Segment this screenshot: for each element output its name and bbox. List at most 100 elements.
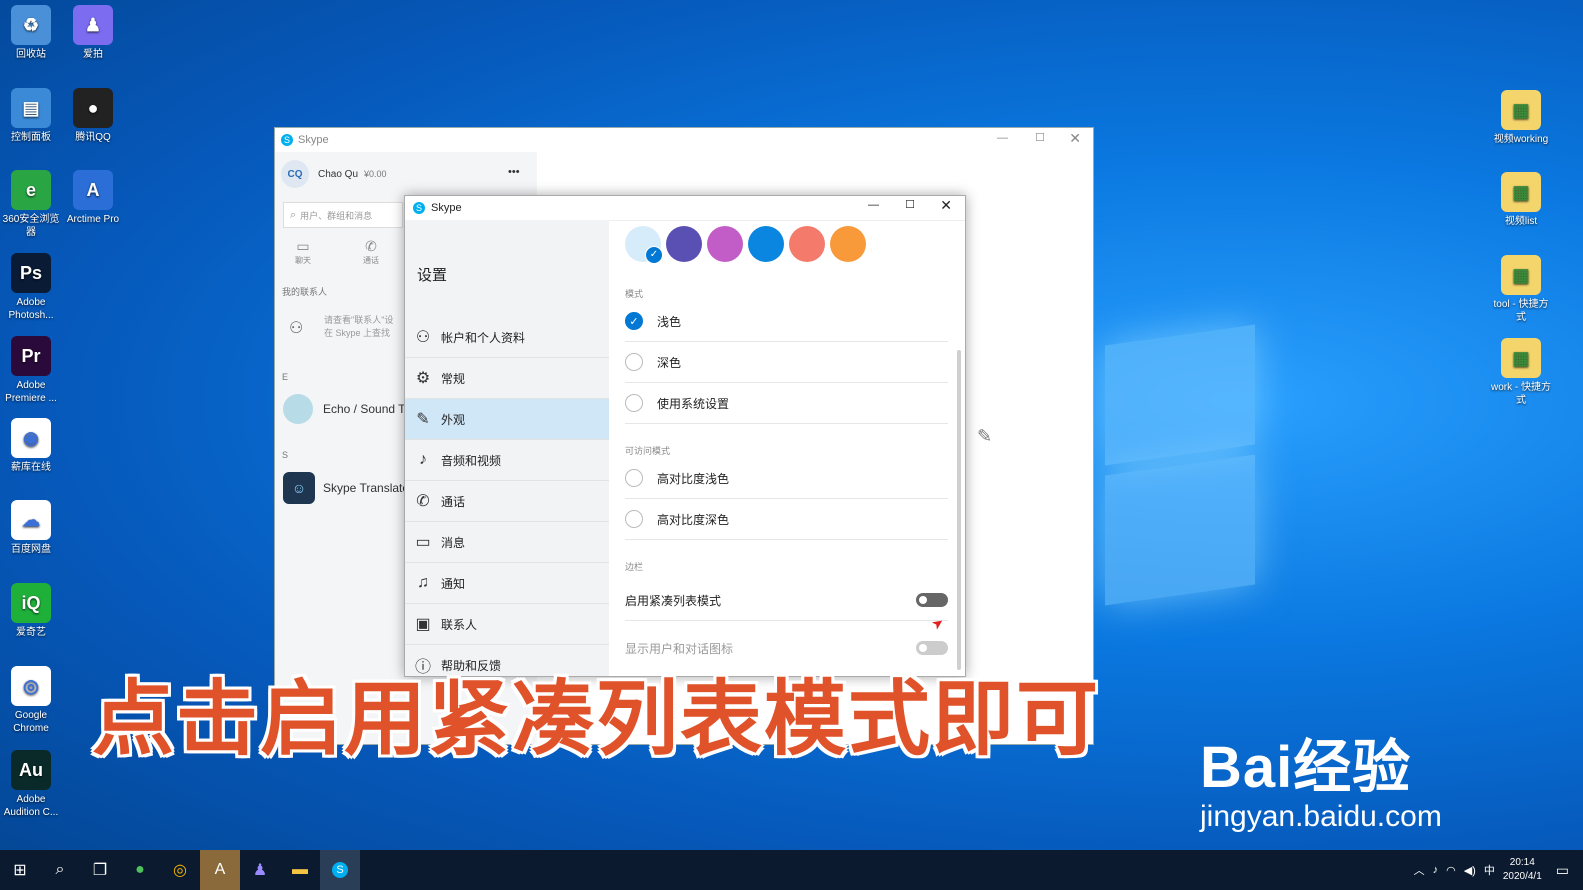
balance: ¥0.00	[364, 169, 387, 179]
sidebar-section-label: 边栏	[625, 562, 644, 572]
chevron-up-icon[interactable]: ︿	[1414, 862, 1425, 878]
desktop-icon-label: 腾讯QQ	[75, 132, 111, 143]
color-swatch[interactable]	[748, 226, 784, 262]
close-button[interactable]: ✕	[940, 197, 952, 214]
person-icon: ⚇	[415, 329, 431, 346]
start-button[interactable]: ⊞	[0, 850, 40, 890]
radio-option[interactable]: 高对比度浅色	[625, 458, 948, 499]
menu-item-microphone[interactable]: ♪ 音频和视频	[405, 440, 609, 481]
menu-item-label: 帐户和个人资料	[441, 330, 526, 345]
skype-taskbar-icon[interactable]: S	[320, 850, 360, 890]
photoshop-shortcut[interactable]: Ps Adobe Photosh...	[0, 253, 62, 322]
iqiyi-shortcut[interactable]: iQ 爱奇艺	[0, 583, 62, 639]
wifi-icon[interactable]: ◠	[1446, 864, 1456, 877]
scrollbar[interactable]	[957, 350, 961, 670]
avatar[interactable]: CQ	[281, 160, 309, 188]
chrome-shortcut[interactable]: ◎ Google Chrome	[0, 666, 62, 735]
radio-option[interactable]: ✓ 浅色	[625, 301, 948, 342]
clock[interactable]: 20:14 2020/4/1	[1503, 856, 1542, 884]
premiere-shortcut[interactable]: Pr Adobe Premiere ...	[0, 336, 62, 405]
radio-option[interactable]: 高对比度深色	[625, 499, 948, 540]
desktop-icon-label: tool - 快捷方式	[1493, 299, 1549, 323]
radio-button[interactable]: ✓	[625, 312, 643, 330]
contact-echo[interactable]: Echo / Sound T	[283, 394, 406, 424]
profile-row[interactable]: CQ Chao Qu ¥0.00	[281, 160, 387, 188]
control-panel-shortcut[interactable]: ▤ 控制面板	[0, 88, 62, 144]
chrome-icon[interactable]: ◎	[160, 850, 200, 890]
color-swatch[interactable]	[666, 226, 702, 262]
radio-button[interactable]	[625, 469, 643, 487]
robot-avatar: ☺	[283, 472, 315, 504]
audition-icon: Au	[11, 750, 51, 790]
desktop-icon-label: 视频working	[1493, 134, 1549, 145]
ime-indicator[interactable]: 中	[1484, 862, 1495, 878]
aipai-taskbar-icon[interactable]: ♟	[240, 850, 280, 890]
radio-label: 深色	[657, 355, 682, 370]
menu-item-label: 音频和视频	[441, 453, 502, 468]
menu-item-message[interactable]: ▭ 消息	[405, 522, 609, 563]
mode-section-label: 模式	[625, 289, 644, 299]
radio-button[interactable]	[625, 510, 643, 528]
maximize-button[interactable]: ☐	[1035, 131, 1045, 144]
arctime-shortcut[interactable]: A Arctime Pro	[62, 170, 124, 226]
radio-button[interactable]	[625, 353, 643, 371]
qq-icon: ●	[73, 88, 113, 128]
arctime-taskbar-icon[interactable]: A	[200, 850, 240, 890]
maximize-button[interactable]: ☐	[905, 198, 915, 211]
360-browser-shortcut[interactable]: e 360安全浏览器	[0, 170, 62, 239]
audition-shortcut[interactable]: Au Adobe Audition C...	[0, 750, 62, 819]
menu-item-bell[interactable]: ♫ 通知	[405, 563, 609, 604]
tab-chat[interactable]: ▭ 聊天	[295, 238, 311, 266]
dialog-titlebar: S Skype — ☐ ✕	[405, 196, 965, 221]
360-browser-icon[interactable]: ●	[120, 850, 160, 890]
menu-item-phone[interactable]: ✆ 通话	[405, 481, 609, 522]
color-swatch[interactable]: ✓	[625, 226, 663, 264]
window-title: Skype	[298, 134, 329, 146]
search-icon[interactable]: ⌕	[40, 850, 80, 890]
folder-shortcut[interactable]: ▦ tool - 快捷方式	[1490, 255, 1552, 324]
control-panel-icon: ▤	[11, 88, 51, 128]
search-placeholder: 用户、群组和消息	[300, 210, 373, 221]
notification-icon[interactable]: ▭	[1556, 862, 1569, 879]
file-explorer-icon[interactable]: ▬	[280, 850, 320, 890]
contacts-header[interactable]: 我的联系人	[282, 285, 327, 298]
color-swatch[interactable]	[707, 226, 743, 262]
recycle-bin-shortcut[interactable]: ♻ 回收站	[0, 5, 62, 61]
baidu-netdisk-shortcut[interactable]: ☁ 百度网盘	[0, 500, 62, 556]
pepsi-shortcut[interactable]: ◉ 薪库在线	[0, 418, 62, 474]
menu-item-wand[interactable]: ✎ 外观	[405, 399, 609, 440]
folder-shortcut[interactable]: ▦ work - 快捷方式	[1490, 338, 1552, 407]
radio-option[interactable]: 使用系统设置	[625, 383, 948, 424]
message-icon: ▭	[415, 534, 431, 551]
menu-item-contacts[interactable]: ▣ 联系人	[405, 604, 609, 645]
radio-option[interactable]: 深色	[625, 342, 948, 383]
volume-icon[interactable]: ◀)	[1464, 864, 1476, 877]
compact-list-toggle[interactable]	[916, 593, 948, 607]
minimize-button[interactable]: —	[997, 132, 1008, 144]
minimize-button[interactable]: —	[868, 199, 879, 211]
phone-icon: ✆	[365, 238, 377, 254]
contact-translator[interactable]: ☺ Skype Translato	[283, 472, 409, 504]
tab-calls[interactable]: ✆ 通话	[363, 238, 379, 266]
qq-shortcut[interactable]: ● 腾讯QQ	[62, 88, 124, 144]
menu-item-person[interactable]: ⚇ 帐户和个人资料	[405, 317, 609, 358]
baidu-brand: Bai经验	[1200, 735, 1412, 800]
color-swatch[interactable]	[830, 226, 866, 262]
search-icon: ⌕	[290, 208, 297, 221]
desktop-icon-label: 爱拍	[83, 49, 103, 60]
radio-button[interactable]	[625, 394, 643, 412]
folder-shortcut[interactable]: ▦ 视频list	[1490, 172, 1552, 228]
close-button[interactable]: ✕	[1069, 130, 1081, 147]
search-input[interactable]: ⌕ 用户、群组和消息	[283, 202, 403, 228]
menu-item-gear[interactable]: ⚙ 常规	[405, 358, 609, 399]
folder-shortcut[interactable]: ▦ 视频working	[1490, 90, 1552, 146]
menu-item-label: 通话	[441, 494, 466, 509]
more-options-button[interactable]: •••	[508, 166, 520, 178]
task-view-icon[interactable]: ❐	[80, 850, 120, 890]
color-swatch[interactable]	[789, 226, 825, 262]
settings-dialog: S Skype — ☐ ✕ 设置 ⚇ 帐户和个人资料 ⚙ 常规 ✎ 外观 ♪ 音频和视频 ✆ 通话…	[404, 195, 966, 677]
aipai-shortcut[interactable]: ♟ 爱拍	[62, 5, 124, 61]
contacts-hint: 请查看"联系人"设在 Skype 上查找	[324, 315, 394, 338]
pencil-icon[interactable]: ✎	[977, 426, 992, 447]
microphone-icon[interactable]: ♪	[1433, 864, 1439, 876]
